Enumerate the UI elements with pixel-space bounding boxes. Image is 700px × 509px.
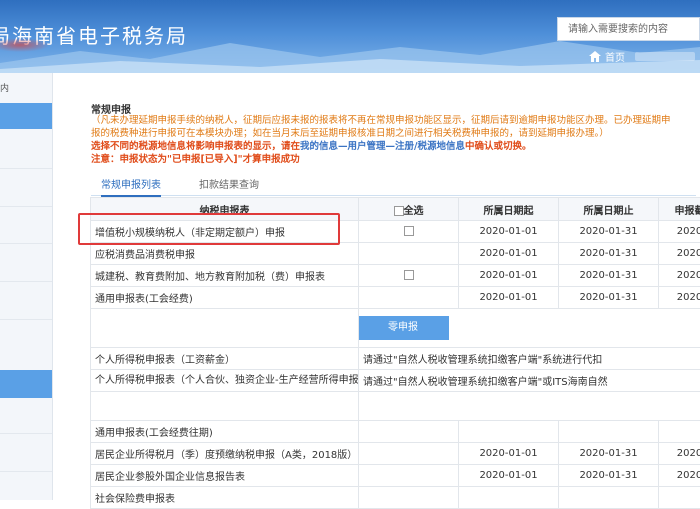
end-date: 2020-01-31 [559,443,659,465]
user-info-link[interactable]: 我的信息—用户管理—注册/税源地信息 [300,141,465,152]
col-header: 纳税申报表 [91,198,359,221]
row-checkbox-cell [359,221,459,243]
declaration-name-link[interactable]: 城建税、教育费附加、地方教育附加税（费）申报表 [91,265,359,287]
table-row: 居民企业参股外国企业信息报告表 2020-01-01 2020-01-31 20… [91,465,700,487]
table-row: 个人所得税申报表（个人合伙、独资企业-生产经营所得申报表） 请通过"自然人税收管… [91,370,700,392]
row-checkbox-cell [359,287,459,309]
col-header: 所属日期止 [559,198,659,221]
home-link[interactable]: 首页 [589,49,695,64]
start-date: 2020-01-01 [459,287,559,309]
declaration-name-link[interactable]: 通用申报表(工会经费往期) [91,421,359,443]
empty-cell [91,392,359,421]
table-row: 通用申报表(工会经费) 2020-01-01 2020-01-31 2020 [91,287,700,309]
sidebar-divider [0,168,52,169]
due-date [659,421,700,443]
start-date: 2020-01-01 [459,465,559,487]
due-date [659,487,700,509]
table-row: 个人所得税申报表（工资薪金） 请通过"自然人税收管理系统扣缴客户端"系统进行代扣 [91,348,700,370]
redirect-message: 请通过"自然人税收管理系统扣缴客户端"或ITS海南自然 [359,370,700,392]
zero-declaration-cell: 零申报 [359,309,700,348]
end-date [559,487,659,509]
declaration-name-link[interactable]: 社会保险费申报表 [91,487,359,509]
tab-bar: 常规申报列表 扣款结果查询 [91,179,696,196]
redacted-area [0,38,50,52]
row-checkbox-cell [359,465,459,487]
declaration-name-link[interactable]: 居民企业参股外国企业信息报告表 [91,465,359,487]
col-header-select-all[interactable]: 全选 [359,198,459,221]
end-date: 2020-01-31 [559,221,659,243]
declaration-name-link[interactable]: 通用申报表(工会经费) [91,287,359,309]
end-date: 2020-01-31 [559,287,659,309]
col-header: 申报截 [659,198,700,221]
notice-line-bold: 选择不同的税源地信息将影响申报表的显示，请在我的信息—用户管理—注册/税源地信息… [91,140,700,153]
row-checkbox-cell [359,487,459,509]
due-date: 2020 [659,287,700,309]
empty-cell [91,309,359,348]
table-header-row: 纳税申报表 全选 所属日期起 所属日期止 申报截 [91,198,700,221]
spacer-row [91,392,700,421]
declaration-name-link[interactable]: 居民企业所得税月（季）度预缴纳税申报（A类，2018版） [91,443,359,465]
end-date [559,421,659,443]
row-checkbox-cell [359,265,459,287]
table-row: 应税消费品消费税申报 2020-01-01 2020-01-31 2020 [91,243,700,265]
notice-line: （凡未办理延期申报手续的纳税人，征期后应报未报的报表将不再在常规申报功能区显示，… [91,114,700,127]
table-row: 增值税小规模纳税人（非定期定额户）申报 2020-01-01 2020-01-3… [91,221,700,243]
due-date: 2020 [659,465,700,487]
end-date: 2020-01-31 [559,243,659,265]
row-checkbox[interactable] [404,226,414,236]
declaration-table: 纳税申报表 全选 所属日期起 所属日期止 申报截 增值税小规模纳税人（非定期定额… [90,197,700,509]
due-date: 2020 [659,443,700,465]
notice-line: 报的税费种进行申报可在本模块办理；如在当月末后至延期申报核准日期之间进行相关税费… [91,127,700,140]
button-row: 零申报 [91,309,700,348]
notice-warning: 注意：申报状态为"已申报[已导入]"才算申报成功 [91,153,700,166]
start-date: 2020-01-01 [459,443,559,465]
due-date: 2020 [659,221,700,243]
due-date: 2020 [659,265,700,287]
redacted-user-info [635,52,695,61]
start-date [459,487,559,509]
search-input[interactable] [557,17,700,41]
breadcrumb: 内 [0,81,9,94]
declaration-name-link[interactable]: 个人所得税申报表（工资薪金） [91,348,359,370]
site-header: 局海南省电子税务局 首页 [0,0,700,73]
left-sidebar: 内 [0,73,53,500]
sidebar-divider [0,433,52,434]
table-row: 城建税、教育费附加、地方教育附加税（费）申报表 2020-01-01 2020-… [91,265,700,287]
sidebar-divider [0,281,52,282]
home-icon [589,51,601,62]
table-row: 居民企业所得税月（季）度预缴纳税申报（A类，2018版） 2020-01-01 … [91,443,700,465]
sidebar-divider [0,206,52,207]
select-all-checkbox[interactable] [394,206,404,216]
redirect-message: 请通过"自然人税收管理系统扣缴客户端"系统进行代扣 [359,348,700,370]
declaration-name-link[interactable]: 增值税小规模纳税人（非定期定额户）申报 [91,221,359,243]
tab-regular-list[interactable]: 常规申报列表 [101,179,161,197]
tab-deduction-query[interactable]: 扣款结果查询 [199,179,259,195]
row-checkbox[interactable] [404,270,414,280]
start-date [459,421,559,443]
due-date: 2020 [659,243,700,265]
declaration-name-link[interactable]: 应税消费品消费税申报 [91,243,359,265]
sidebar-item-active[interactable] [0,103,52,129]
sidebar-divider [0,471,52,472]
sidebar-divider [0,243,52,244]
row-checkbox-cell [359,243,459,265]
table-row: 通用申报表(工会经费往期) [91,421,700,443]
start-date: 2020-01-01 [459,265,559,287]
sidebar-divider [0,319,52,320]
notice-text: （凡未办理延期申报手续的纳税人，征期后应报未报的报表将不再在常规申报功能区显示，… [91,114,700,166]
end-date: 2020-01-31 [559,465,659,487]
main-content: 常规申报 （凡未办理延期申报手续的纳税人，征期后应报未报的报表将不再在常规申报功… [88,73,700,500]
table-row: 社会保险费申报表 [91,487,700,509]
zero-declaration-button[interactable]: 零申报 [359,316,450,340]
end-date: 2020-01-31 [559,265,659,287]
home-label: 首页 [605,49,625,64]
sidebar-item-selected[interactable] [0,370,52,398]
row-checkbox-cell [359,443,459,465]
empty-cell [359,392,700,421]
declaration-name-link[interactable]: 个人所得税申报表（个人合伙、独资企业-生产经营所得申报表） [91,370,359,392]
start-date: 2020-01-01 [459,221,559,243]
start-date: 2020-01-01 [459,243,559,265]
col-header: 所属日期起 [459,198,559,221]
row-checkbox-cell [359,421,459,443]
